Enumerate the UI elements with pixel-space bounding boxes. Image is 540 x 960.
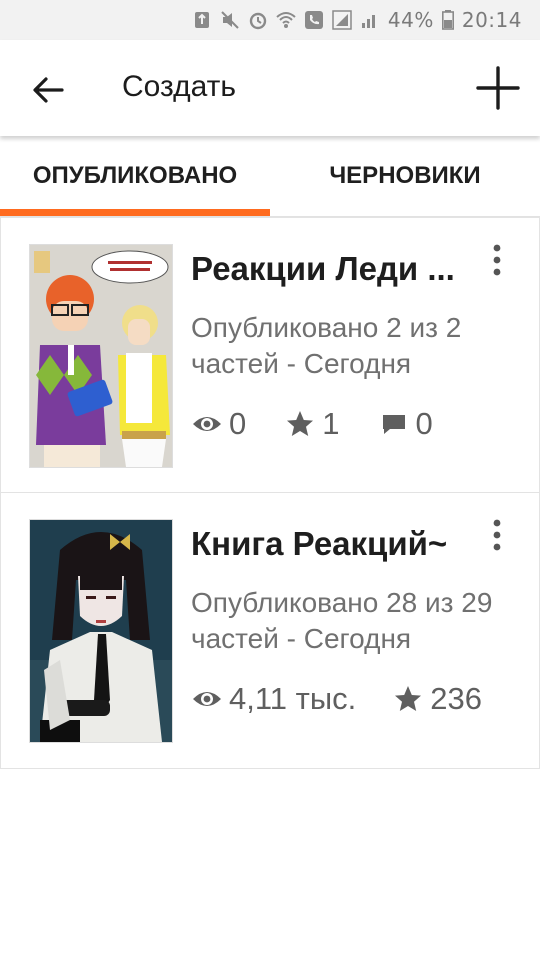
- active-tab-indicator: [0, 209, 270, 216]
- battery-percent: 44%: [387, 8, 434, 32]
- comments-count: 0: [415, 406, 433, 441]
- recycle-notification-icon: [192, 10, 212, 30]
- stars-stat: 1: [284, 406, 340, 442]
- story-publish-status: Опубликовано 28 из 29 частей - Сегодня: [191, 587, 493, 654]
- star-icon: [395, 686, 422, 711]
- eye-icon: [193, 692, 221, 706]
- story-more-button[interactable]: [483, 515, 511, 555]
- stars-count: 1: [322, 406, 340, 441]
- battery-icon: [441, 10, 454, 30]
- stars-stat: 236: [392, 681, 482, 717]
- story-list: Реакции Леди ... Опубликовано 2 из 2 час…: [0, 217, 540, 769]
- status-icons: 44% 20:14: [192, 8, 522, 32]
- views-stat: 4,11 тыс.: [191, 681, 356, 717]
- mute-icon: [220, 10, 240, 30]
- add-story-button[interactable]: [474, 64, 522, 112]
- tab-bar: ОПУБЛИКОВАНО ЧЕРНОВИКИ: [0, 136, 540, 217]
- story-cover-image[interactable]: [29, 244, 173, 468]
- tab-published[interactable]: ОПУБЛИКОВАНО: [0, 136, 270, 216]
- views-count: 0: [229, 406, 247, 441]
- story-stats: 0 1 0: [191, 404, 471, 444]
- signal-sim1-icon: [332, 10, 352, 30]
- plus-icon: [476, 66, 520, 110]
- tab-drafts[interactable]: ЧЕРНОВИКИ: [270, 136, 540, 216]
- app-bar: Создать: [0, 40, 540, 136]
- comments-stat: 0: [378, 406, 433, 442]
- views-stat: 0: [191, 406, 246, 442]
- alarm-icon: [248, 10, 268, 30]
- stars-count: 236: [430, 681, 482, 716]
- story-more-button[interactable]: [483, 240, 511, 280]
- more-vertical-icon: [493, 244, 501, 276]
- story-title[interactable]: Реакции Леди ...: [191, 250, 481, 288]
- story-card[interactable]: Реакции Леди ... Опубликовано 2 из 2 час…: [0, 217, 540, 493]
- clock: 20:14: [461, 8, 522, 32]
- comment-icon: [382, 415, 405, 434]
- status-bar: 44% 20:14: [0, 0, 540, 40]
- arrow-left-icon: [33, 77, 64, 103]
- more-vertical-icon: [493, 519, 501, 551]
- back-button[interactable]: [24, 68, 72, 112]
- eye-icon: [193, 417, 221, 431]
- story-stats: 4,11 тыс. 236: [191, 679, 518, 719]
- story-title[interactable]: Книга Реакций~: [191, 525, 481, 563]
- story-card[interactable]: Книга Реакций~ Опубликовано 28 из 29 час…: [0, 493, 540, 769]
- page-title: Создать: [122, 70, 237, 103]
- signal-sim2-icon: [360, 10, 380, 30]
- views-count: 4,11 тыс.: [229, 681, 357, 716]
- wifi-icon: [276, 10, 296, 30]
- call-icon: [304, 10, 324, 30]
- story-publish-status: Опубликовано 2 из 2 частей - Сегодня: [191, 312, 462, 379]
- story-cover-image[interactable]: [29, 519, 173, 743]
- star-icon: [287, 411, 314, 436]
